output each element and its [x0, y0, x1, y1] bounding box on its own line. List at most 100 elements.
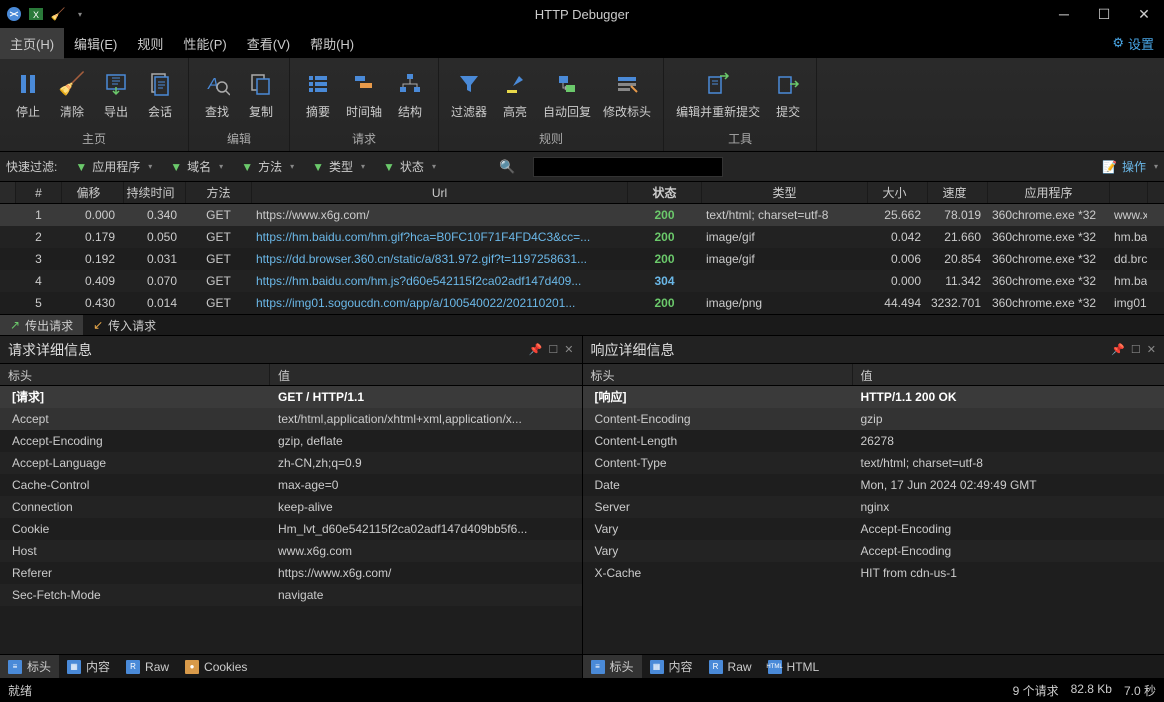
- qat-dropdown[interactable]: ▾: [72, 6, 88, 22]
- funnel-icon: ▼: [170, 160, 182, 174]
- table-row[interactable]: 30.1920.031GEThttps://dd.browser.360.cn/…: [0, 248, 1164, 270]
- tab-outgoing[interactable]: ↗传出请求: [0, 315, 83, 335]
- pin-icon[interactable]: 📌: [1111, 343, 1125, 356]
- header-item[interactable]: VaryAccept-Encoding: [583, 540, 1164, 562]
- maximize-pane-icon[interactable]: ☐: [548, 343, 558, 356]
- col-speed[interactable]: 速度: [928, 182, 988, 203]
- tab-res-content[interactable]: ▦内容: [642, 655, 701, 678]
- maximize-pane-icon[interactable]: ☐: [1131, 343, 1141, 356]
- filterbar: 快速过滤: ▼应用程序▾ ▼域名▾ ▼方法▾ ▼类型▾ ▼状态▾ 🔍 📝操作▾: [0, 152, 1164, 182]
- header-item[interactable]: Accepttext/html,application/xhtml+xml,ap…: [0, 408, 582, 430]
- col-dur[interactable]: 持续时间: [124, 182, 186, 203]
- close-button[interactable]: ✕: [1124, 0, 1164, 28]
- header-row[interactable]: [请求]GET / HTTP/1.1: [0, 386, 582, 408]
- table-row[interactable]: 40.4090.070GEThttps://hm.baidu.com/hm.js…: [0, 270, 1164, 292]
- header-item[interactable]: Content-Typetext/html; charset=utf-8: [583, 452, 1164, 474]
- titlebar: X 🧹 ▾ HTTP Debugger ─ ☐ ✕: [0, 0, 1164, 28]
- filter-domain[interactable]: ▼域名▾: [170, 158, 223, 175]
- pin-icon[interactable]: 📌: [529, 343, 543, 356]
- header-item[interactable]: Content-Encodinggzip: [583, 408, 1164, 430]
- header-item[interactable]: Hostwww.x6g.com: [0, 540, 582, 562]
- menu-edit[interactable]: 编辑(E): [64, 28, 127, 59]
- request-pane-header: 请求详细信息 📌 ☐ ✕: [0, 336, 582, 364]
- close-pane-icon[interactable]: ✕: [1147, 343, 1156, 356]
- header-item[interactable]: Servernginx: [583, 496, 1164, 518]
- tab-req-cookies[interactable]: ●Cookies: [177, 655, 255, 678]
- menu-settings[interactable]: ⚙ 设置: [1112, 34, 1164, 53]
- broom-icon: 🧹: [56, 68, 88, 100]
- header-item[interactable]: Cache-Controlmax-age=0: [0, 474, 582, 496]
- menu-rules[interactable]: 规则: [127, 28, 173, 59]
- col-extra[interactable]: [1110, 182, 1148, 203]
- filter-status[interactable]: ▼状态▾: [383, 158, 436, 175]
- tab-res-headers[interactable]: ≡标头: [583, 655, 642, 678]
- chevron-down-icon: ▾: [1154, 162, 1158, 171]
- copy-button[interactable]: 复制: [239, 62, 283, 126]
- tree-icon: [394, 68, 426, 100]
- col-offset[interactable]: 偏移: [62, 182, 124, 203]
- find-button[interactable]: A 查找: [195, 62, 239, 126]
- autoreply-button[interactable]: 自动回复: [537, 62, 597, 126]
- table-row[interactable]: 10.0000.340GEThttps://www.x6g.com/200tex…: [0, 204, 1164, 226]
- header-item[interactable]: DateMon, 17 Jun 2024 02:49:49 GMT: [583, 474, 1164, 496]
- response-rows: [响应]HTTP/1.1 200 OKContent-EncodinggzipC…: [583, 386, 1164, 654]
- export-button[interactable]: 导出: [94, 62, 138, 126]
- header-item[interactable]: CookieHm_lvt_d60e542115f2ca02adf147d409b…: [0, 518, 582, 540]
- header-item[interactable]: Connectionkeep-alive: [0, 496, 582, 518]
- header-item[interactable]: Sec-Fetch-Modenavigate: [0, 584, 582, 606]
- header-item[interactable]: Accept-Languagezh-CN,zh;q=0.9: [0, 452, 582, 474]
- filter-type[interactable]: ▼类型▾: [312, 158, 365, 175]
- menu-help[interactable]: 帮助(H): [300, 28, 364, 59]
- tab-req-content[interactable]: ▦内容: [59, 655, 118, 678]
- editresubmit-button[interactable]: 编辑并重新提交: [670, 62, 766, 126]
- brush-icon[interactable]: 🧹: [50, 6, 66, 22]
- session-button[interactable]: 会话: [138, 62, 182, 126]
- timeline-button[interactable]: 时间轴: [340, 62, 388, 126]
- stop-button[interactable]: 停止: [6, 62, 50, 126]
- menubar: 主页(H) 编辑(E) 规则 性能(P) 查看(V) 帮助(H) ⚙ 设置: [0, 28, 1164, 58]
- header-item[interactable]: VaryAccept-Encoding: [583, 518, 1164, 540]
- maximize-button[interactable]: ☐: [1084, 0, 1124, 28]
- col-type[interactable]: 类型: [702, 182, 868, 203]
- tab-res-html[interactable]: HTMLHTML: [760, 655, 828, 678]
- summary-button[interactable]: 摘要: [296, 62, 340, 126]
- col-size[interactable]: 大小: [868, 182, 928, 203]
- filter-app[interactable]: ▼应用程序▾: [75, 158, 152, 175]
- status-time: 7.0 秒: [1124, 682, 1156, 699]
- menu-view[interactable]: 查看(V): [237, 28, 300, 59]
- col-num[interactable]: #: [16, 182, 62, 203]
- menu-home[interactable]: 主页(H): [0, 28, 64, 59]
- modheader-button[interactable]: 修改标头: [597, 62, 657, 126]
- struct-button[interactable]: 结构: [388, 62, 432, 126]
- operate-button[interactable]: 📝操作▾: [1102, 158, 1158, 175]
- header-item[interactable]: Refererhttps://www.x6g.com/: [0, 562, 582, 584]
- ribbon-group-edit-label: 编辑: [189, 130, 289, 151]
- details-area: 请求详细信息 📌 ☐ ✕ 标头 值 [请求]GET / HTTP/1.1Acce…: [0, 336, 1164, 678]
- col-status[interactable]: 状态: [628, 182, 702, 203]
- search-input[interactable]: [533, 157, 723, 177]
- clear-button[interactable]: 🧹 清除: [50, 62, 94, 126]
- col-app[interactable]: 应用程序: [988, 182, 1110, 203]
- col-url[interactable]: Url: [252, 182, 628, 203]
- app-title: HTTP Debugger: [535, 7, 629, 22]
- header-row[interactable]: [响应]HTTP/1.1 200 OK: [583, 386, 1164, 408]
- search-icon: 🔍: [499, 159, 515, 175]
- submit-button[interactable]: 提交: [766, 62, 810, 126]
- header-item[interactable]: Content-Length26278: [583, 430, 1164, 452]
- filter-method[interactable]: ▼方法▾: [241, 158, 294, 175]
- minimize-button[interactable]: ─: [1044, 0, 1084, 28]
- tab-req-headers[interactable]: ≡标头: [0, 655, 59, 678]
- header-item[interactable]: X-CacheHIT from cdn-us-1: [583, 562, 1164, 584]
- table-row[interactable]: 50.4300.014GEThttps://img01.sogoucdn.com…: [0, 292, 1164, 314]
- tab-req-raw[interactable]: RRaw: [118, 655, 177, 678]
- tab-incoming[interactable]: ↙传入请求: [83, 315, 166, 335]
- col-method[interactable]: 方法: [186, 182, 252, 203]
- highlight-button[interactable]: 高亮: [493, 62, 537, 126]
- table-row[interactable]: 20.1790.050GEThttps://hm.baidu.com/hm.gi…: [0, 226, 1164, 248]
- filter-button[interactable]: 过滤器: [445, 62, 493, 126]
- excel-icon[interactable]: X: [28, 6, 44, 22]
- tab-res-raw[interactable]: RRaw: [701, 655, 760, 678]
- header-item[interactable]: Accept-Encodinggzip, deflate: [0, 430, 582, 452]
- close-pane-icon[interactable]: ✕: [564, 343, 573, 356]
- menu-perf[interactable]: 性能(P): [173, 28, 236, 59]
